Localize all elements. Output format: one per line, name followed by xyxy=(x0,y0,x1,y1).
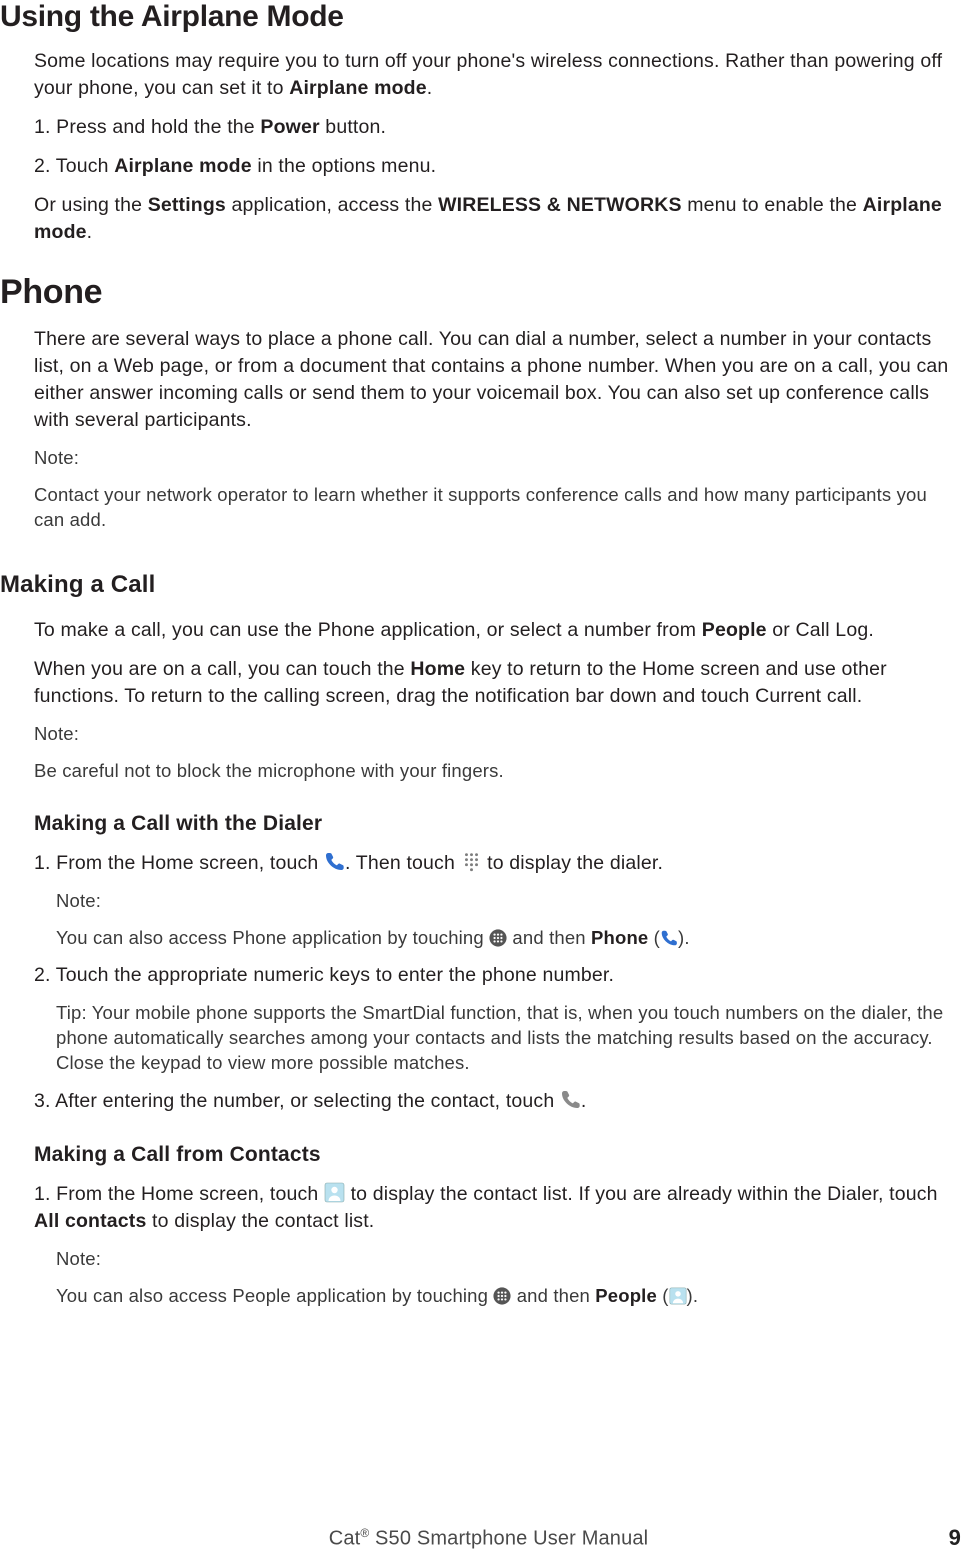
bold-people: People xyxy=(595,1285,657,1306)
text: . xyxy=(581,1090,587,1112)
text: 1. From the Home screen, touch xyxy=(34,1183,324,1205)
text: to display the dialer. xyxy=(482,852,663,874)
phone-gray-icon xyxy=(560,1089,581,1110)
text: . xyxy=(427,77,433,99)
airplane-step-2: 2. Touch Airplane mode in the options me… xyxy=(34,153,957,180)
text: Or using the xyxy=(34,194,148,216)
note-label: Note: xyxy=(34,722,957,747)
heading-call-with-dialer: Making a Call with the Dialer xyxy=(34,812,957,836)
text: ). xyxy=(687,1285,699,1306)
phone-icon xyxy=(660,929,678,947)
making-call-p2: When you are on a call, you can touch th… xyxy=(34,656,957,710)
text: in the options menu. xyxy=(252,155,436,177)
dialpad-icon xyxy=(461,851,482,872)
text: Cat xyxy=(329,1528,361,1550)
text: 3. After entering the number, or selecti… xyxy=(34,1090,560,1112)
contacts-step-1: 1. From the Home screen, touch to displa… xyxy=(34,1181,957,1235)
dialer-step-2: 2. Touch the appropriate numeric keys to… xyxy=(34,962,957,989)
footer-title: Cat® S50 Smartphone User Manual xyxy=(0,1526,977,1551)
heading-phone: Phone xyxy=(0,273,957,312)
making-call-p1: To make a call, you can use the Phone ap… xyxy=(34,617,957,644)
text: menu to enable the xyxy=(682,194,863,216)
text: ( xyxy=(657,1285,669,1306)
dialer-step-1: 1. From the Home screen, touch . Then to… xyxy=(34,850,957,877)
heading-airplane-mode: Using the Airplane Mode xyxy=(0,0,957,34)
text: to display the contact list. xyxy=(146,1210,374,1232)
bold-people: People xyxy=(702,619,767,641)
page-number: 9 xyxy=(949,1525,961,1551)
phone-intro: There are several ways to place a phone … xyxy=(34,326,957,434)
airplane-step-1: 1. Press and hold the the Power button. xyxy=(34,114,957,141)
bold-all-contacts: All contacts xyxy=(34,1210,146,1232)
text: When you are on a call, you can touch th… xyxy=(34,658,410,680)
note-body: Be careful not to block the microphone w… xyxy=(34,759,957,784)
bold-airplane-mode: Airplane mode xyxy=(114,155,252,177)
note-label: Note: xyxy=(34,446,957,471)
phone-icon xyxy=(324,851,345,872)
bold-settings: Settings xyxy=(148,194,226,216)
text: ). xyxy=(678,927,690,948)
text: 1. From the Home screen, touch xyxy=(34,852,324,874)
heading-making-a-call: Making a Call xyxy=(0,571,957,599)
bold-power: Power xyxy=(260,116,319,138)
text: application, access the xyxy=(226,194,438,216)
registered-mark: ® xyxy=(360,1526,369,1540)
apps-icon xyxy=(489,929,507,947)
airplane-alternative: Or using the Settings application, acces… xyxy=(34,192,957,246)
text: . Then touch xyxy=(345,852,461,874)
note-label: Note: xyxy=(56,889,957,914)
note-body: Contact your network operator to learn w… xyxy=(34,483,957,533)
airplane-intro: Some locations may require you to turn o… xyxy=(34,48,957,102)
apps-icon xyxy=(493,1287,511,1305)
text: button. xyxy=(320,116,386,138)
dialer-step-3: 3. After entering the number, or selecti… xyxy=(34,1088,957,1115)
text: and then xyxy=(507,927,591,948)
note-body: You can also access Phone application by… xyxy=(56,926,957,951)
contacts-icon xyxy=(669,1287,687,1305)
note-label: Note: xyxy=(56,1247,957,1272)
text: S50 Smartphone User Manual xyxy=(369,1528,648,1550)
text: You can also access People application b… xyxy=(56,1285,493,1306)
text: Some locations may require you to turn o… xyxy=(34,50,942,99)
contacts-icon xyxy=(324,1182,345,1203)
text: 2. Touch xyxy=(34,155,114,177)
tip-body: Tip: Your mobile phone supports the Smar… xyxy=(56,1001,957,1076)
text: or Call Log. xyxy=(767,619,874,641)
bold-airplane-mode: Airplane mode xyxy=(289,77,427,99)
bold-wireless-networks: WIRELESS & NETWORKS xyxy=(438,194,682,216)
text: You can also access Phone application by… xyxy=(56,927,489,948)
text: and then xyxy=(511,1285,595,1306)
text: . xyxy=(87,221,93,243)
text: To make a call, you can use the Phone ap… xyxy=(34,619,702,641)
bold-phone: Phone xyxy=(591,927,648,948)
bold-home: Home xyxy=(410,658,465,680)
text: 1. Press and hold the the xyxy=(34,116,260,138)
heading-call-from-contacts: Making a Call from Contacts xyxy=(34,1143,957,1167)
text: ( xyxy=(648,927,660,948)
note-body: You can also access People application b… xyxy=(56,1284,957,1309)
text: to display the contact list. If you are … xyxy=(345,1183,938,1205)
